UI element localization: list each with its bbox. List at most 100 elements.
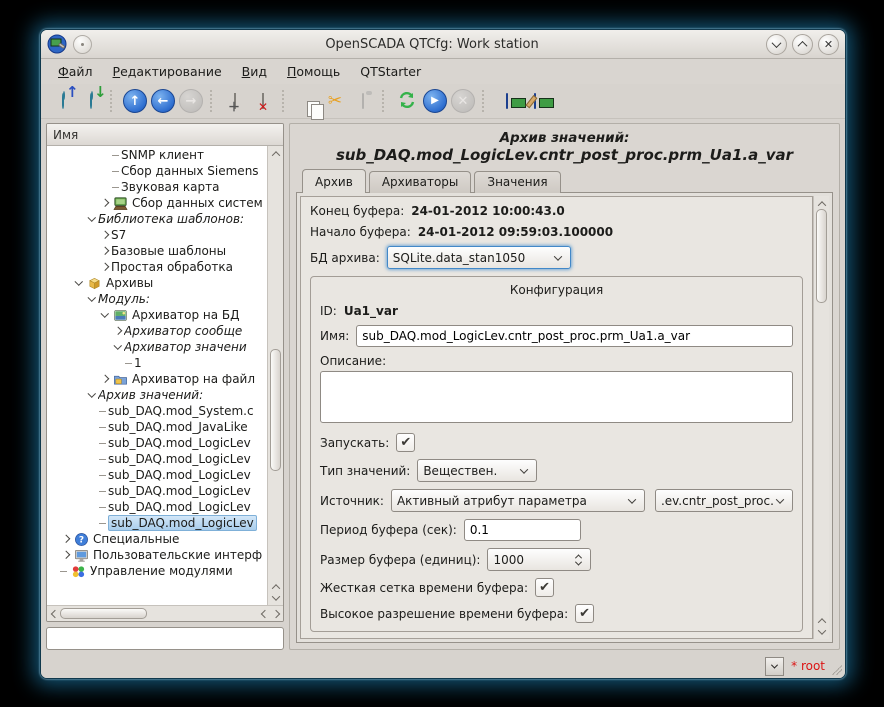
qtcfg-button[interactable] — [493, 87, 521, 115]
tree-item[interactable]: sub_DAQ.mod_System.c — [47, 403, 267, 419]
scroll-left-icon[interactable] — [259, 608, 270, 619]
archive-db-select[interactable]: SQLite.data_stan1050 — [387, 246, 571, 269]
scrollbar-thumb[interactable] — [60, 608, 147, 619]
tab-values[interactable]: Значения — [474, 171, 560, 193]
scrollbar-thumb[interactable] — [816, 209, 827, 303]
collapsed-arrow-icon[interactable] — [60, 536, 72, 542]
tree-item[interactable]: sub_DAQ.mod_LogicLev — [47, 515, 267, 531]
tree-vertical-scrollbar[interactable] — [267, 146, 283, 605]
tree-filter-input[interactable] — [46, 627, 284, 650]
tree-item[interactable]: sub_DAQ.mod_LogicLev — [47, 467, 267, 483]
expanded-arrow-icon[interactable] — [99, 312, 111, 318]
go-back-button[interactable]: ← — [149, 87, 177, 115]
scroll-up-icon[interactable] — [816, 198, 827, 209]
expanded-arrow-icon[interactable] — [73, 280, 85, 286]
start-button[interactable]: ▶ — [421, 87, 449, 115]
tree-item[interactable]: Архиватор значени — [47, 339, 267, 355]
scroll-down-icon[interactable] — [270, 592, 281, 603]
scroll-up-icon[interactable] — [270, 581, 281, 592]
menu-view[interactable]: Вид — [233, 61, 276, 82]
load-from-db-button[interactable]: ↑ — [49, 87, 77, 115]
value-type-select[interactable]: Веществен. — [417, 459, 537, 482]
tree-item[interactable]: S7 — [47, 227, 267, 243]
tree-item[interactable]: Архиватор на файл — [47, 371, 267, 387]
to-start-checkbox[interactable]: ✔ — [396, 433, 415, 452]
collapsed-arrow-icon[interactable] — [99, 264, 111, 270]
user-dropdown-button[interactable] — [765, 657, 784, 676]
tree-item[interactable]: sub_DAQ.mod_LogicLev — [47, 451, 267, 467]
tree-item[interactable]: SNMP клиент — [47, 147, 267, 163]
menu-edit[interactable]: Редактирование — [104, 61, 231, 82]
scroll-up-icon[interactable] — [816, 615, 827, 626]
save-to-db-button[interactable]: ↓ — [77, 87, 105, 115]
menu-file[interactable]: Файл — [49, 61, 102, 82]
tree-item[interactable]: Архиватор сообще — [47, 323, 267, 339]
tree-item[interactable]: Сбор данных систем — [47, 195, 267, 211]
scrollbar-thumb[interactable] — [270, 349, 281, 471]
tree-column-header[interactable]: Имя — [47, 124, 283, 146]
tree-item[interactable]: Звуковая карта — [47, 179, 267, 195]
expanded-arrow-icon[interactable] — [86, 392, 98, 398]
scroll-up-icon[interactable] — [270, 148, 281, 159]
tree-horizontal-scrollbar[interactable] — [47, 605, 283, 621]
source-select[interactable]: .ev.cntr_post_proc.prm_Ua1.a_var — [655, 489, 793, 512]
tree-item[interactable]: ?Специальные — [47, 531, 267, 547]
minimize-button[interactable] — [766, 34, 787, 55]
to-start-label: Запускать: — [320, 436, 389, 450]
copy-button[interactable] — [293, 87, 321, 115]
hard-grid-checkbox[interactable]: ✔ — [535, 578, 554, 597]
buffer-period-input[interactable] — [464, 519, 581, 541]
buffer-begin-label: Начало буфера: — [310, 225, 411, 239]
maximize-button[interactable] — [792, 34, 813, 55]
scroll-left-icon[interactable] — [49, 608, 60, 619]
expanded-arrow-icon[interactable] — [86, 296, 98, 302]
tree-item[interactable]: Библиотека шаблонов: — [47, 211, 267, 227]
buffer-size-spinbox[interactable]: 1000 — [487, 548, 591, 571]
tree-item[interactable]: Архив значений: — [47, 387, 267, 403]
tree-item[interactable]: 1 — [47, 355, 267, 371]
collapsed-arrow-icon[interactable] — [112, 328, 124, 334]
spinner-arrows-icon[interactable] — [571, 554, 585, 566]
menu-qtstarter[interactable]: QTStarter — [351, 61, 430, 82]
tree-item[interactable]: Пользовательские интерф — [47, 547, 267, 563]
collapsed-arrow-icon[interactable] — [99, 376, 111, 382]
tree-item[interactable]: sub_DAQ.mod_LogicLev — [47, 435, 267, 451]
scroll-down-icon[interactable] — [816, 626, 827, 637]
tab-archivators[interactable]: Архиваторы — [369, 171, 472, 193]
refresh-button[interactable] — [393, 87, 421, 115]
go-up-button[interactable]: ↑ — [121, 87, 149, 115]
tree-item[interactable]: Модуль: — [47, 291, 267, 307]
collapsed-arrow-icon[interactable] — [99, 200, 111, 206]
tree-item[interactable]: Архивы — [47, 275, 267, 291]
high-res-checkbox[interactable]: ✔ — [575, 604, 594, 623]
tree-item[interactable]: Базовые шаблоны — [47, 243, 267, 259]
tree-item[interactable]: Простая обработка — [47, 259, 267, 275]
form-vertical-scrollbar[interactable] — [813, 196, 829, 639]
window-sticky-button[interactable] — [73, 35, 92, 54]
name-input[interactable] — [356, 325, 793, 347]
source-type-select[interactable]: Активный атрибут параметра — [391, 489, 645, 512]
collapsed-arrow-icon[interactable] — [99, 248, 111, 254]
expanded-arrow-icon[interactable] — [86, 216, 98, 222]
tree-item[interactable]: Сбор данных Siemens — [47, 163, 267, 179]
tree-item[interactable]: Архиватор на БД — [47, 307, 267, 323]
description-textarea[interactable] — [320, 371, 793, 423]
tree-item[interactable]: Управление модулями — [47, 563, 267, 579]
tree-item[interactable]: sub_DAQ.mod_LogicLev — [47, 499, 267, 515]
resize-grip[interactable] — [832, 665, 842, 675]
close-button[interactable]: ✕ — [818, 34, 839, 55]
title-bar[interactable]: OpenSCADA QTCfg: Work station ✕ — [41, 30, 845, 59]
add-item-button[interactable]: ＋ — [221, 87, 249, 115]
expanded-arrow-icon[interactable] — [112, 344, 124, 350]
cut-button[interactable]: ✂ — [321, 87, 349, 115]
tree-item-label: Архиватор на файл — [132, 372, 255, 386]
tab-archive[interactable]: Архив — [302, 169, 366, 193]
tree-item[interactable]: sub_DAQ.mod_JavaLike — [47, 419, 267, 435]
menu-help[interactable]: Помощь — [278, 61, 349, 82]
delete-item-button[interactable]: ✕ — [249, 87, 277, 115]
scroll-right-icon[interactable] — [270, 608, 281, 619]
tree-item[interactable]: sub_DAQ.mod_LogicLev — [47, 483, 267, 499]
collapsed-arrow-icon[interactable] — [99, 232, 111, 238]
collapsed-arrow-icon[interactable] — [60, 552, 72, 558]
tree-item-label: sub_DAQ.mod_LogicLev — [108, 436, 251, 450]
